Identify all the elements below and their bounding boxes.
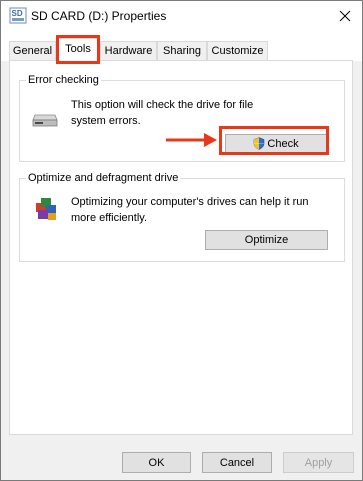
tab-customize[interactable]: Customize <box>207 41 268 60</box>
drive-icon <box>32 114 58 127</box>
tools-tab-highlight <box>56 35 100 64</box>
close-button[interactable] <box>334 5 356 27</box>
tools-panel: Error checking This option will check th… <box>9 60 353 435</box>
error-checking-description-line1: This option will check the drive for fil… <box>71 99 254 111</box>
ok-button[interactable]: OK <box>122 452 191 473</box>
apply-button[interactable]: Apply <box>283 452 354 473</box>
close-icon <box>339 10 351 22</box>
tab-hardware[interactable]: Hardware <box>100 41 157 60</box>
defrag-icon <box>36 198 56 220</box>
cancel-button[interactable]: Cancel <box>202 452 272 473</box>
tab-sharing[interactable]: Sharing <box>157 41 207 60</box>
arrow-icon <box>166 133 217 147</box>
sd-card-icon: SD <box>9 7 27 24</box>
window-title: SD CARD (D:) Properties <box>31 9 167 23</box>
title-bar[interactable]: SD SD CARD (D:) Properties <box>1 1 362 31</box>
error-checking-title: Error checking <box>26 74 101 86</box>
tab-general[interactable]: General <box>9 41 56 60</box>
optimize-description-line1: Optimizing your computer's drives can he… <box>71 196 309 208</box>
optimize-description-line2: more efficiently. <box>71 212 148 224</box>
optimize-title: Optimize and defragment drive <box>26 172 181 184</box>
svg-text:SD: SD <box>12 9 23 18</box>
error-checking-description-line2: system errors. <box>71 115 141 127</box>
optimize-button[interactable]: Optimize <box>205 230 328 250</box>
check-button-highlight <box>219 126 329 155</box>
properties-window: SD SD CARD (D:) Properties General Tools… <box>0 0 363 481</box>
optimize-group: Optimize and defragment drive Optimizing… <box>19 172 345 262</box>
